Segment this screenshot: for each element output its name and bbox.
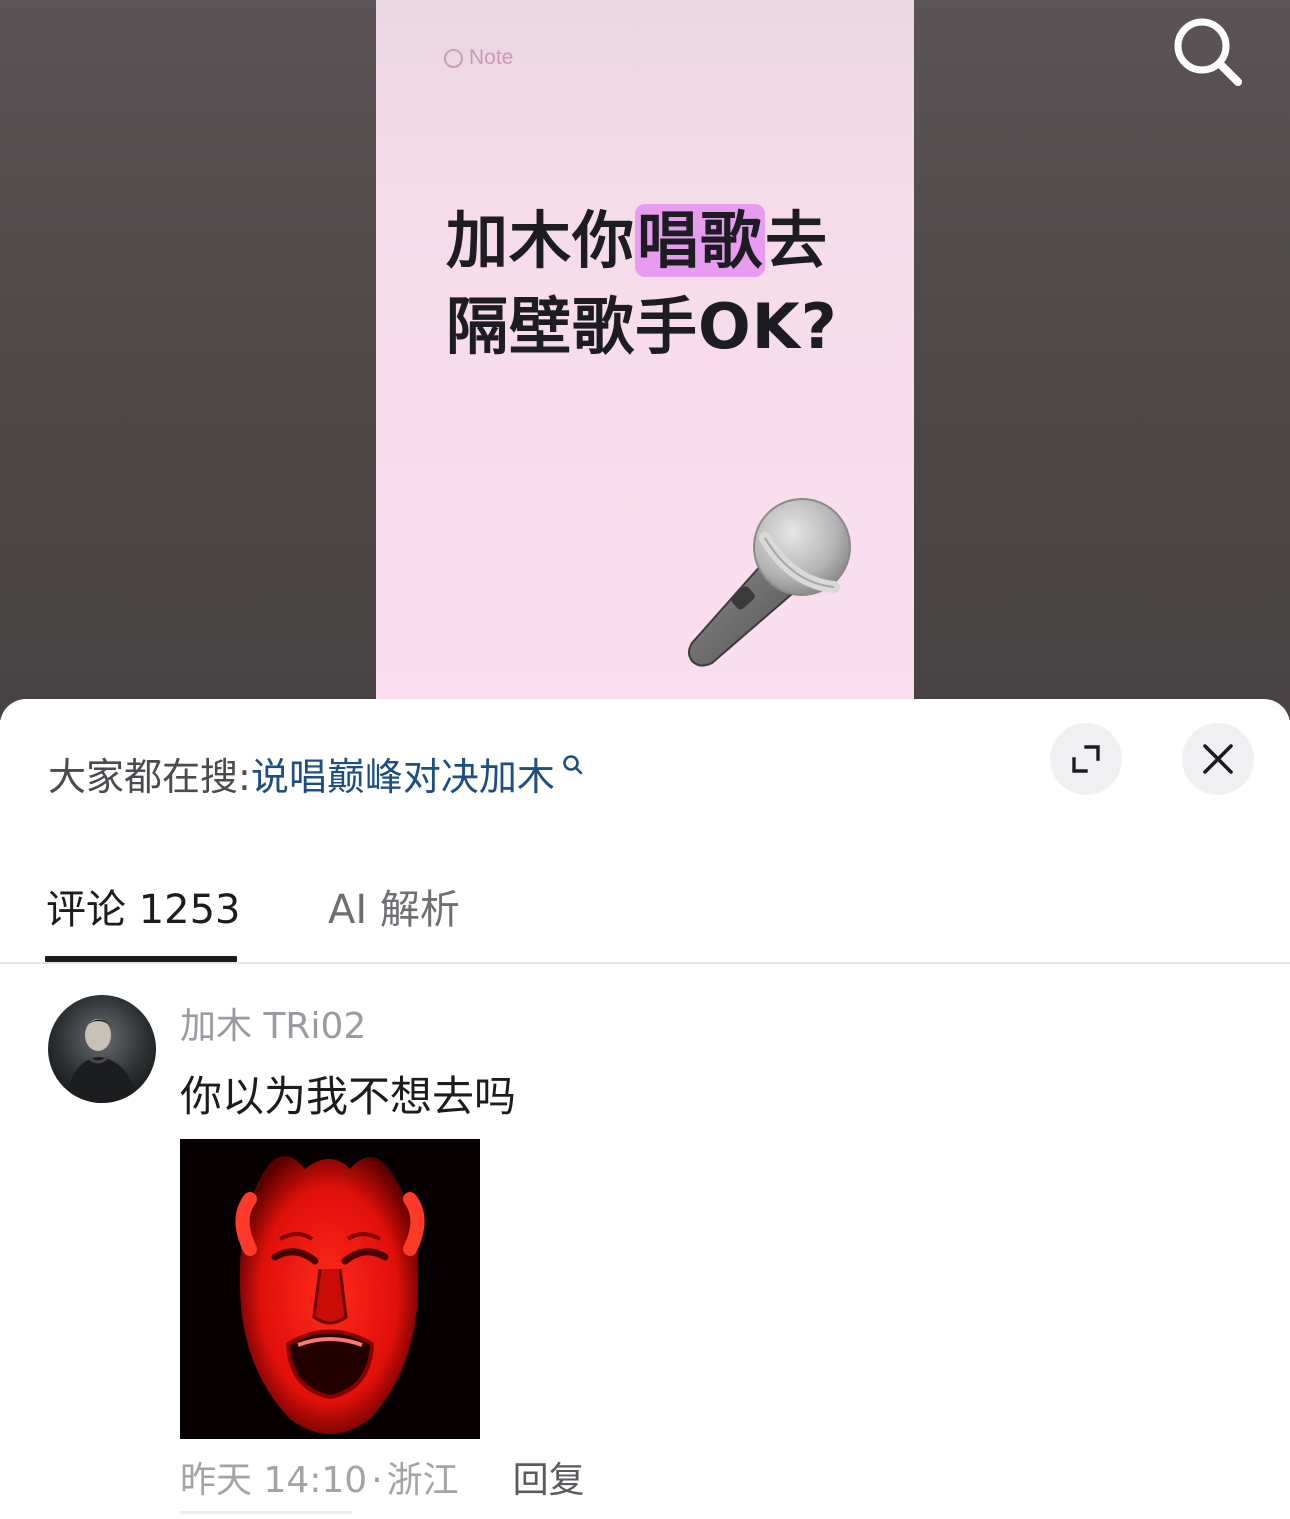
avatar[interactable] [48, 995, 156, 1103]
trending-prefix: 大家都在搜: [48, 754, 251, 799]
divider [180, 1511, 352, 1514]
circle-icon [444, 48, 463, 68]
microphone-icon [688, 498, 851, 667]
comment-time: 昨天 14:10 [180, 1460, 368, 1501]
comment-sheet: 大家都在搜: 说唱巅峰对决加木 评论 1253 AI 解析 加木 TRi02 你… [0, 699, 1290, 1515]
trending-query-link[interactable]: 说唱巅峰对决加木 [251, 746, 555, 801]
screaming-face-sticker [180, 1139, 480, 1439]
comment-item: 加木 TRi02 你以为我不想去吗 昨天 14:10 · 浙江 回复 [0, 989, 1290, 1519]
meta-separator: · [371, 1460, 383, 1501]
comment-sticker-image[interactable] [180, 1139, 480, 1439]
expand-icon [1072, 745, 1100, 773]
trending-search[interactable]: 大家都在搜: 说唱巅峰对决加木 [48, 743, 583, 803]
title-text: 加木你 [446, 204, 636, 277]
note-tag-label: Note [469, 46, 514, 69]
tab-bar: 评论 1253 AI 解析 [0, 849, 1290, 964]
avatar-image [48, 995, 156, 1103]
note-tag: Note [444, 46, 513, 70]
title-highlight: 唱歌 [635, 204, 766, 277]
note-card: Note 加木你唱歌去 隔壁歌手OK? [376, 0, 914, 720]
comment-username[interactable]: 加木 TRi02 [180, 997, 366, 1049]
comment-location: 浙江 [386, 1460, 459, 1501]
close-icon [1203, 744, 1233, 774]
expand-button[interactable] [1050, 723, 1122, 795]
active-tab-indicator [45, 956, 237, 962]
search-icon[interactable] [1168, 12, 1246, 90]
reply-button[interactable]: 回复 [513, 1451, 585, 1503]
video-player[interactable]: Note 加木你唱歌去 隔壁歌手OK? [0, 0, 1290, 720]
title-text: 去 [765, 204, 829, 277]
tab-comments[interactable]: 评论 1253 [46, 877, 241, 935]
note-title: 加木你唱歌去 隔壁歌手OK? [446, 198, 886, 370]
comment-meta: 昨天 14:10 · 浙江 回复 [180, 1451, 585, 1503]
comment-text: 你以为我不想去吗 [180, 1072, 517, 1121]
note-title-line-2: 隔壁歌手OK? [446, 290, 838, 363]
close-button[interactable] [1182, 723, 1254, 795]
search-small-icon [563, 755, 583, 775]
note-title-line-1: 加木你唱歌去 [446, 198, 886, 284]
tab-ai-analysis[interactable]: AI 解析 [328, 877, 460, 935]
